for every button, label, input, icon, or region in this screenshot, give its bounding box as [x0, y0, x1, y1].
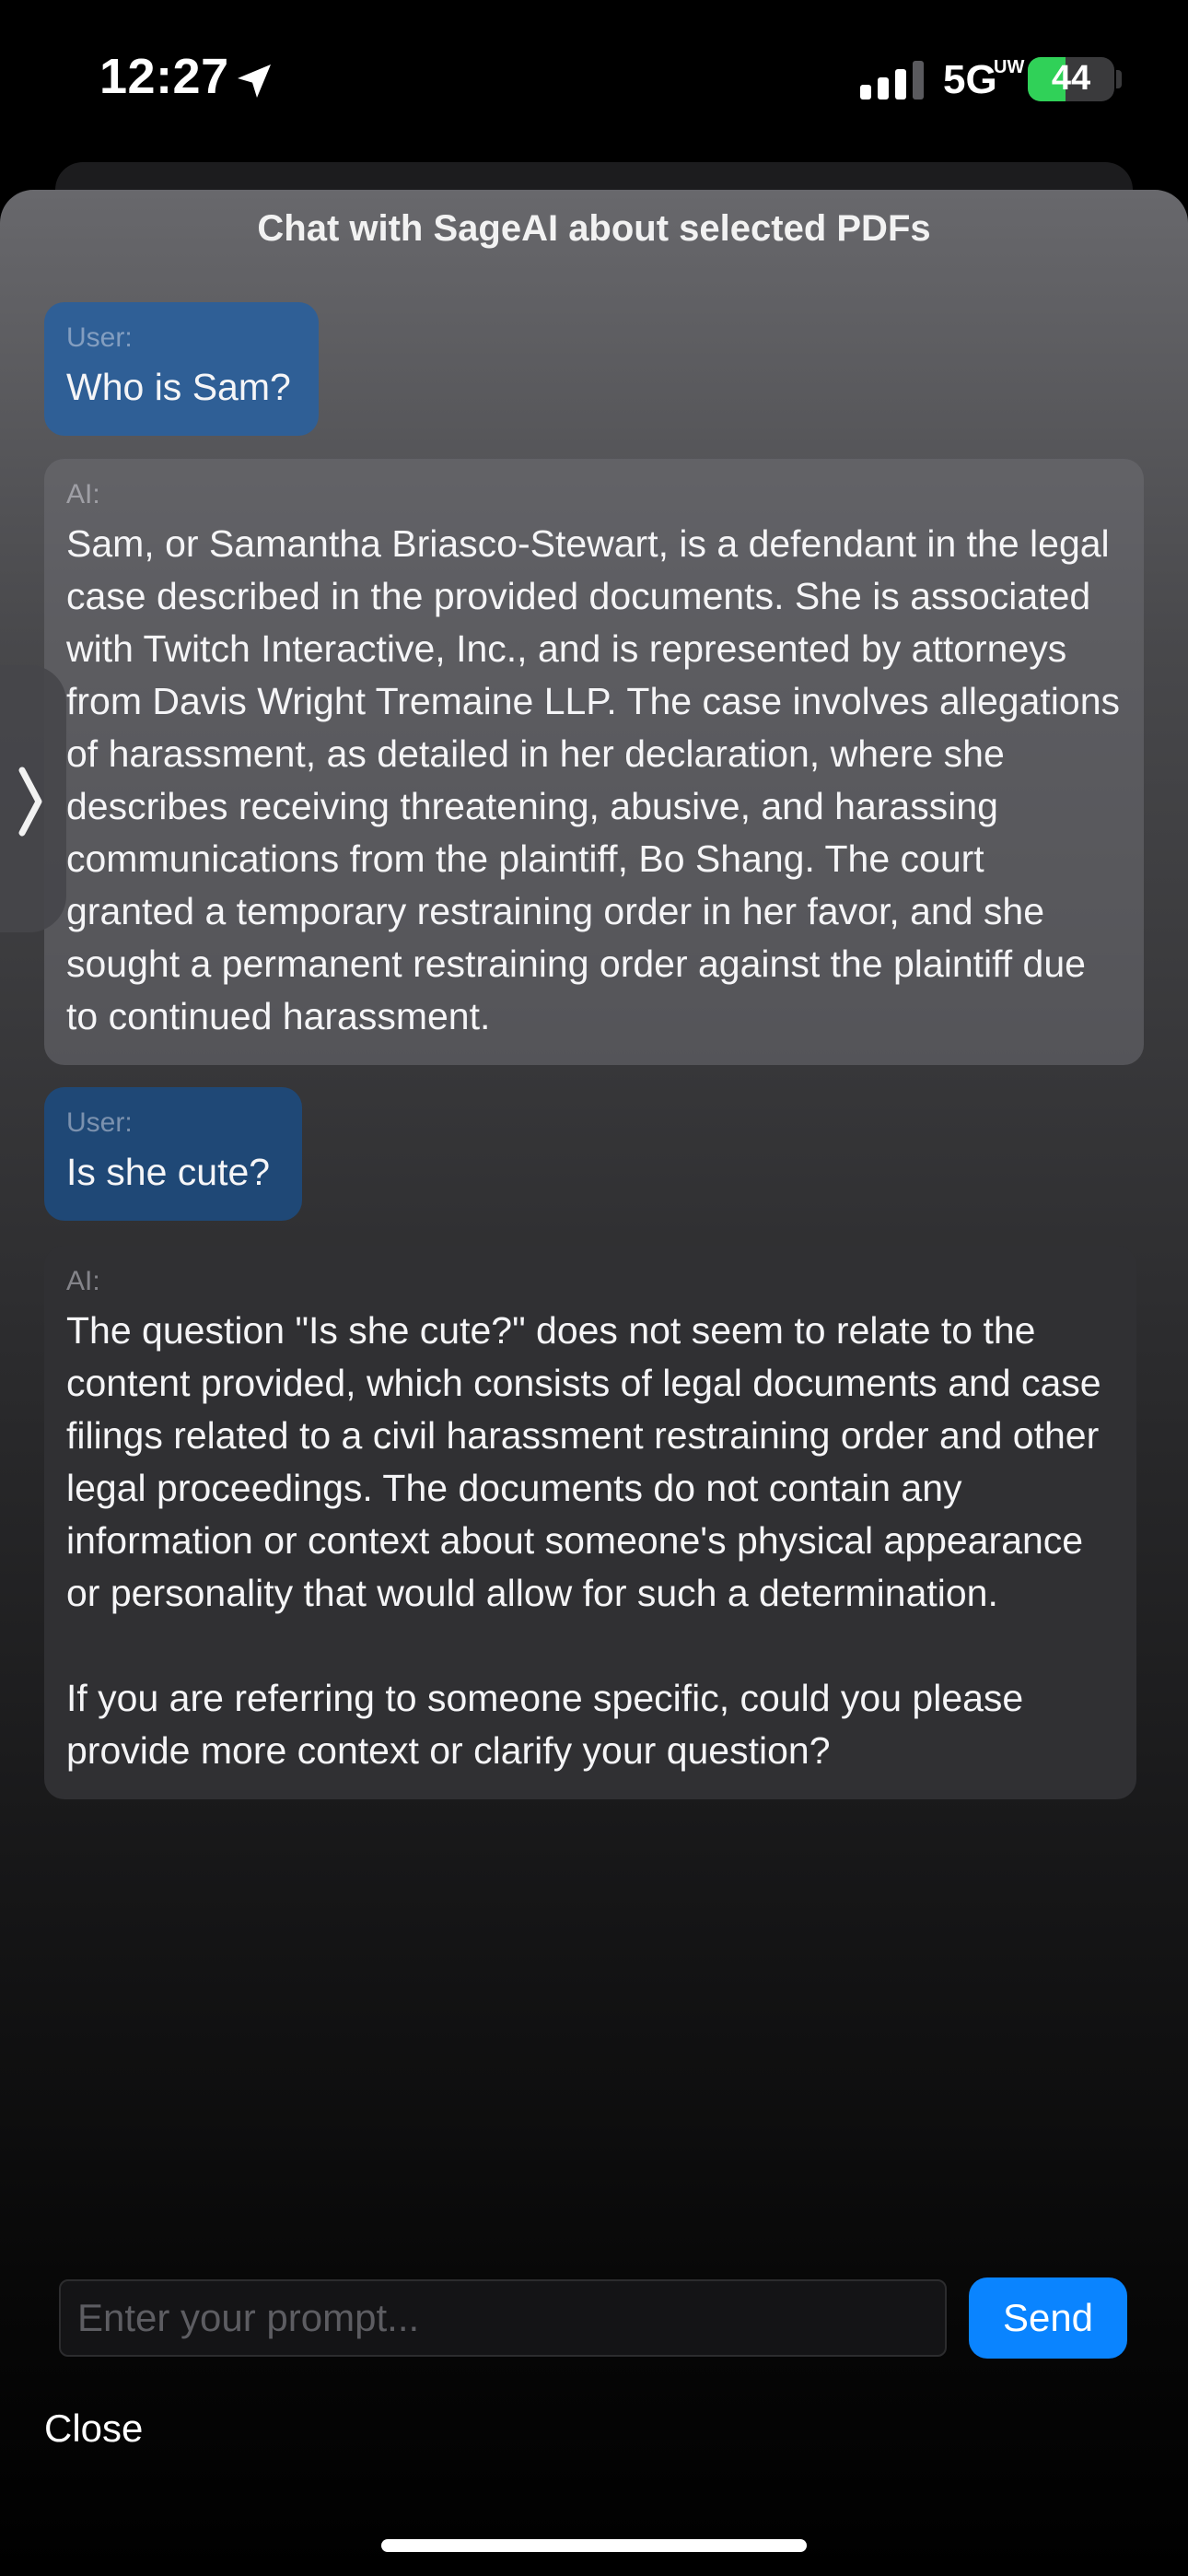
signal-bars-icon [860, 61, 924, 100]
ai-message: AI: The question "Is she cute?" does not… [44, 1246, 1136, 1799]
home-indicator[interactable] [381, 2539, 807, 2552]
chat-sheet: Chat with SageAI about selected PDFs Use… [0, 190, 1188, 2576]
message-role-label: AI: [66, 1266, 100, 1296]
message-role-label: AI: [66, 479, 100, 509]
user-message: User: Is she cute? [44, 1087, 302, 1221]
sheet-title: Chat with SageAI about selected PDFs [257, 208, 931, 249]
send-button[interactable]: Send [969, 2277, 1127, 2359]
message-text: Who is Sam? [66, 366, 291, 408]
network-type: 5G [943, 57, 997, 102]
expand-sidebar-tab[interactable] [0, 665, 66, 932]
user-message: User: Who is Sam? [44, 302, 319, 436]
location-arrow-icon [238, 64, 271, 98]
status-time: 12:27 [99, 49, 229, 104]
message-text: The question "Is she cute?" does not see… [66, 1309, 1101, 1772]
message-text: Is she cute? [66, 1151, 271, 1193]
ai-message: AI: Sam, or Samantha Briasco-Stewart, is… [44, 459, 1144, 1065]
network-sub: UW [994, 57, 1025, 77]
message-role-label: User: [66, 322, 133, 353]
message-role-label: User: [66, 1107, 133, 1138]
prompt-input[interactable] [59, 2279, 947, 2357]
message-text: Sam, or Samantha Briasco-Stewart, is a d… [66, 522, 1131, 1037]
battery-nub [1116, 70, 1122, 88]
chevron-right-icon [18, 767, 42, 837]
status-bar: 12:27 5G UW 44 [0, 0, 1188, 162]
battery-charging-icon: 44 [1028, 57, 1114, 101]
close-button[interactable]: Close [44, 2406, 143, 2451]
battery-text: 44 [1051, 59, 1091, 98]
